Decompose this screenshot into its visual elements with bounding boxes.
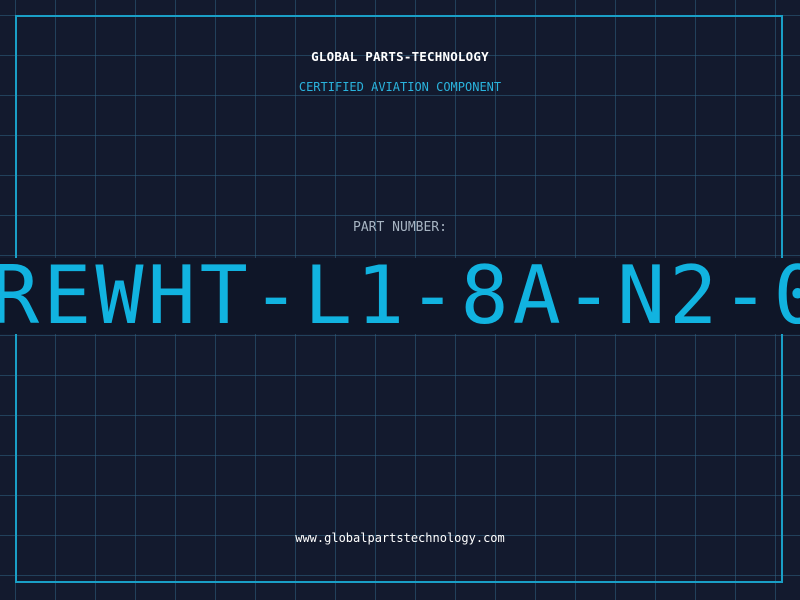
certification-subtitle: CERTIFIED AVIATION COMPONENT — [298, 80, 502, 94]
part-number-label: PART NUMBER: — [353, 220, 447, 235]
company-name: GLOBAL PARTS-TECHNOLOGY — [311, 49, 489, 64]
part-number-band: REWHT-L1-8A-N2-0-0 — [0, 258, 800, 334]
part-number-value: REWHT-L1-8A-N2-0-0 — [0, 258, 800, 334]
label-canvas: GLOBAL PARTS-TECHNOLOGY CERTIFIED AVIATI… — [0, 0, 800, 600]
website-url: www.globalpartstechnology.com — [295, 531, 505, 545]
